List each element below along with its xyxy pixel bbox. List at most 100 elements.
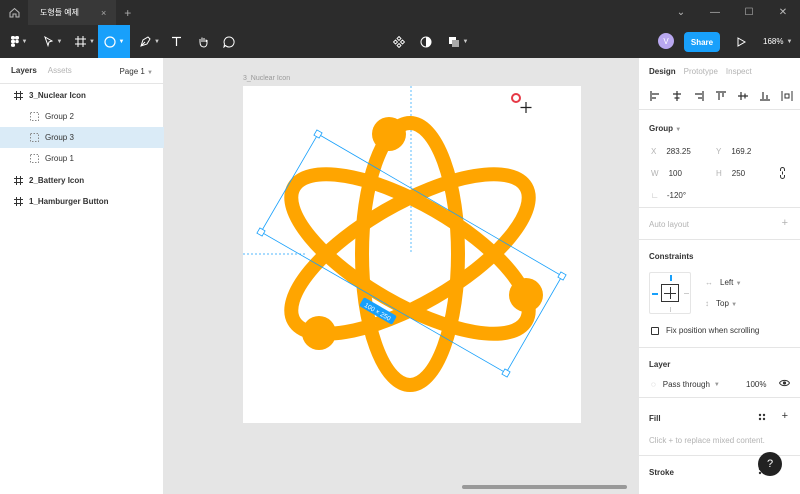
- text-tool[interactable]: [166, 25, 186, 58]
- align-right-icon[interactable]: [692, 90, 705, 103]
- move-tool[interactable]: ▼: [38, 25, 68, 58]
- constraint-bottom-line[interactable]: [670, 307, 671, 312]
- share-button[interactable]: Share: [684, 32, 720, 52]
- auto-layout-section: Auto layout +: [639, 208, 800, 240]
- pen-tool[interactable]: ▼: [136, 25, 164, 58]
- checkbox[interactable]: [651, 326, 659, 335]
- help-button[interactable]: ?: [758, 452, 782, 476]
- w-field[interactable]: W 100: [651, 169, 682, 178]
- align-horizontal-center-icon[interactable]: [670, 90, 683, 103]
- constraint-right-line[interactable]: [684, 293, 689, 294]
- align-left-icon[interactable]: [648, 90, 661, 103]
- add-fill-button[interactable]: +: [782, 410, 788, 422]
- hand-icon: [199, 37, 208, 48]
- resize-handle-top-right[interactable]: [557, 271, 567, 281]
- nuclear-icon-drawing: 100 × 250: [243, 86, 567, 392]
- constraints-title: Constraints: [649, 252, 694, 261]
- page-selector[interactable]: Page 1 ▼: [119, 67, 153, 76]
- tab-assets[interactable]: Assets: [48, 66, 72, 75]
- main-menu-button[interactable]: ▼: [4, 25, 34, 58]
- zoom-dropdown[interactable]: 168% ▼: [763, 25, 792, 58]
- avatar[interactable]: V: [658, 33, 674, 49]
- frame-tool[interactable]: ▼: [72, 25, 98, 58]
- close-tab-icon[interactable]: ×: [101, 8, 106, 18]
- component-tool[interactable]: [390, 25, 408, 58]
- file-tab[interactable]: 도형들 예제 ×: [28, 0, 117, 25]
- resize-handle-bottom-left[interactable]: [256, 227, 266, 237]
- layer-label: 3_Nuclear Icon: [29, 91, 86, 100]
- horizontal-scrollbar[interactable]: [462, 485, 627, 489]
- electron-left[interactable]: [302, 316, 336, 350]
- layer-label: 1_Hamburger Button: [29, 197, 109, 206]
- new-tab-button[interactable]: +: [124, 6, 131, 20]
- comment-icon: [223, 35, 235, 48]
- tab-design[interactable]: Design: [649, 67, 676, 76]
- visibility-eye-icon[interactable]: [778, 379, 791, 389]
- electron-right[interactable]: [509, 278, 543, 312]
- h-field[interactable]: H 250: [716, 169, 745, 178]
- fix-position-checkbox[interactable]: Fix position when scrolling: [651, 326, 759, 335]
- orbit-group-3[interactable]: [355, 116, 465, 392]
- resize-handle-bottom-right[interactable]: [501, 368, 511, 378]
- layer-group-3[interactable]: Group 3: [0, 127, 164, 148]
- style-grid-icon[interactable]: [758, 413, 766, 423]
- rotate-cursor-icon: [511, 93, 521, 103]
- figma-logo-icon: [10, 36, 19, 47]
- align-bottom-icon[interactable]: [758, 91, 771, 103]
- constrain-proportions-icon[interactable]: [779, 167, 786, 181]
- maximize-icon[interactable]: ☐: [732, 7, 766, 18]
- layer-group-1[interactable]: Group 1: [0, 148, 164, 169]
- hand-tool[interactable]: [193, 25, 213, 58]
- resize-handle-top-left[interactable]: [313, 129, 323, 139]
- home-icon: [9, 7, 19, 18]
- home-button[interactable]: [0, 0, 28, 25]
- boolean-union-icon: [448, 36, 459, 47]
- boolean-tool[interactable]: ▼: [446, 25, 470, 58]
- fix-position-label: Fix position when scrolling: [666, 326, 760, 335]
- chevron-down-icon: ▼: [118, 38, 125, 45]
- constraint-widget[interactable]: [649, 272, 691, 314]
- tab-prototype[interactable]: Prototype: [684, 67, 718, 76]
- add-auto-layout-button[interactable]: +: [782, 217, 788, 229]
- electron-top[interactable]: [372, 117, 406, 151]
- group-title[interactable]: Group ▼: [649, 124, 681, 133]
- horizontal-constraint-select[interactable]: ↔ Left ▼: [705, 278, 742, 287]
- fill-hint: Click + to replace mixed content.: [649, 436, 765, 445]
- chevron-down-icon: ▼: [89, 38, 95, 45]
- tab-inspect[interactable]: Inspect: [726, 67, 752, 76]
- mask-tool[interactable]: [417, 25, 435, 58]
- layer-battery-icon[interactable]: 2_Battery Icon: [0, 170, 164, 191]
- group-icon: [29, 112, 39, 122]
- constraint-top-line[interactable]: [670, 275, 672, 281]
- dropdown-icon[interactable]: ⌄: [664, 7, 698, 18]
- blend-mode-select[interactable]: ◌ Pass through ▼: [651, 380, 720, 389]
- present-button[interactable]: [733, 25, 749, 58]
- layer-section: Layer ◌ Pass through ▼ 100%: [639, 348, 800, 398]
- close-window-icon[interactable]: ✕: [766, 7, 800, 18]
- constraint-left-line[interactable]: [652, 293, 658, 295]
- align-vertical-center-icon[interactable]: [736, 91, 749, 103]
- frame-icon: [13, 91, 23, 101]
- rotation-field[interactable]: ∟ -120°: [651, 191, 686, 200]
- layer-hamburger-button[interactable]: 1_Hamburger Button: [0, 191, 164, 212]
- tab-layers[interactable]: Layers: [11, 66, 37, 75]
- title-bar: 도형들 예제 × + ⌄ — ☐ ✕: [0, 0, 800, 25]
- window-controls: ⌄ — ☐ ✕: [664, 0, 800, 25]
- y-field[interactable]: Y 169.2: [716, 147, 751, 156]
- canvas[interactable]: 3_Nuclear Icon 100 × 250: [165, 58, 637, 494]
- play-icon: [737, 36, 746, 47]
- x-field[interactable]: X 283.25: [651, 147, 691, 156]
- align-top-icon[interactable]: [714, 90, 727, 103]
- layer-nuclear-icon[interactable]: 3_Nuclear Icon: [0, 85, 164, 106]
- layer-label: Group 3: [45, 133, 74, 142]
- blend-mode-value: Pass through: [662, 380, 710, 389]
- shape-tool[interactable]: ▼: [98, 25, 130, 58]
- distribute-icon[interactable]: [780, 90, 793, 103]
- opacity-field[interactable]: 100%: [746, 380, 766, 389]
- chevron-down-icon: ▼: [462, 38, 469, 45]
- rotation-value: -120°: [666, 191, 687, 200]
- vertical-constraint-select[interactable]: ↕ Top ▼: [705, 299, 737, 308]
- comment-tool[interactable]: [219, 25, 239, 58]
- minimize-icon[interactable]: —: [698, 7, 732, 18]
- layer-group-2[interactable]: Group 2: [0, 106, 164, 127]
